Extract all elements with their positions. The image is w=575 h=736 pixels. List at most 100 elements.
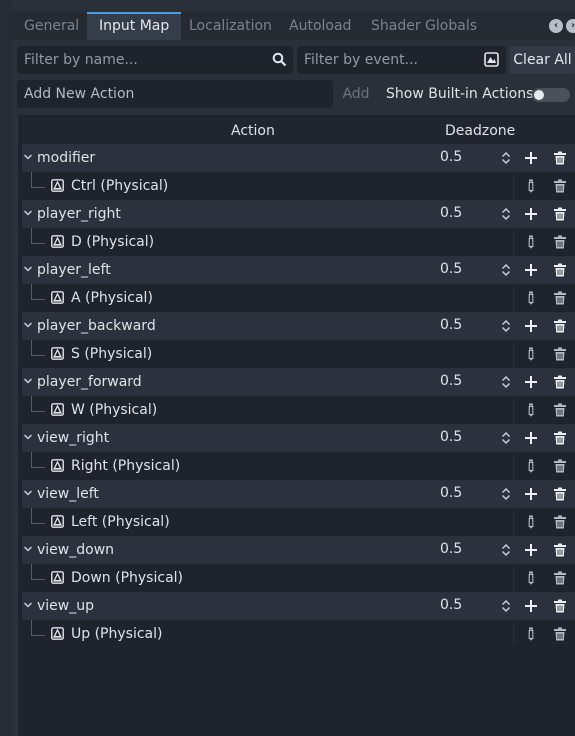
tab-localization[interactable]: Localization: [177, 12, 284, 40]
action-row[interactable]: view_right 0.5: [22, 424, 575, 452]
deadzone-value[interactable]: 0.5: [440, 536, 462, 562]
remove-event-icon[interactable]: [553, 235, 567, 249]
tree-connector: [31, 564, 45, 580]
chevron-down-icon[interactable]: [22, 207, 34, 219]
deadzone-spinner-icon[interactable]: [501, 375, 511, 389]
deadzone-value[interactable]: 0.5: [440, 144, 462, 170]
action-row[interactable]: player_forward 0.5: [22, 368, 575, 396]
deadzone-spinner-icon[interactable]: [501, 487, 511, 501]
remove-action-icon[interactable]: [553, 487, 567, 501]
tab-scroll-right-icon[interactable]: ›: [566, 19, 575, 33]
clear-all-button[interactable]: Clear All: [510, 46, 575, 74]
edit-event-icon[interactable]: [527, 571, 535, 585]
deadzone-spinner-icon[interactable]: [501, 263, 511, 277]
action-row[interactable]: player_backward 0.5: [22, 312, 575, 340]
add-event-icon[interactable]: [524, 543, 538, 557]
add-event-icon[interactable]: [524, 151, 538, 165]
add-event-icon[interactable]: [524, 599, 538, 613]
event-row[interactable]: Left (Physical): [22, 508, 575, 536]
remove-event-icon[interactable]: [553, 179, 567, 193]
keyboard-event-icon: [51, 515, 64, 528]
filter-by-event-input[interactable]: Filter by event...: [297, 46, 506, 74]
chevron-down-icon[interactable]: [22, 319, 34, 331]
event-row[interactable]: D (Physical): [22, 228, 575, 256]
event-row[interactable]: W (Physical): [22, 396, 575, 424]
tab-shader-globals[interactable]: Shader Globals: [359, 12, 489, 40]
edit-event-icon[interactable]: [527, 459, 535, 473]
chevron-down-icon[interactable]: [22, 487, 34, 499]
action-row[interactable]: player_left 0.5: [22, 256, 575, 284]
deadzone-spinner-icon[interactable]: [501, 319, 511, 333]
add-event-icon[interactable]: [524, 375, 538, 389]
remove-action-icon[interactable]: [553, 263, 567, 277]
tab-input-map[interactable]: Input Map: [87, 12, 182, 40]
action-row[interactable]: view_left 0.5: [22, 480, 575, 508]
add-event-icon[interactable]: [524, 487, 538, 501]
remove-action-icon[interactable]: [553, 543, 567, 557]
deadzone-value[interactable]: 0.5: [440, 480, 462, 506]
tree-header: Action Deadzone: [22, 118, 575, 144]
action-row[interactable]: player_right 0.5: [22, 200, 575, 228]
remove-event-icon[interactable]: [553, 403, 567, 417]
deadzone-value[interactable]: 0.5: [440, 256, 462, 282]
remove-event-icon[interactable]: [553, 459, 567, 473]
filter-by-name-input[interactable]: Filter by name...: [17, 46, 293, 74]
deadzone-spinner-icon[interactable]: [501, 151, 511, 165]
tree-connector: [31, 172, 45, 188]
remove-event-icon[interactable]: [553, 347, 567, 361]
edit-event-icon[interactable]: [527, 515, 535, 529]
remove-action-icon[interactable]: [553, 375, 567, 389]
event-row[interactable]: A (Physical): [22, 284, 575, 312]
tab-general[interactable]: General: [12, 12, 91, 40]
tree-connector: [31, 508, 45, 524]
action-row[interactable]: modifier 0.5: [22, 144, 575, 172]
event-row[interactable]: Up (Physical): [22, 620, 575, 648]
deadzone-spinner-icon[interactable]: [501, 543, 511, 557]
add-event-icon[interactable]: [524, 431, 538, 445]
remove-event-icon[interactable]: [553, 291, 567, 305]
deadzone-spinner-icon[interactable]: [501, 431, 511, 445]
edit-event-icon[interactable]: [527, 403, 535, 417]
add-event-icon[interactable]: [524, 263, 538, 277]
add-new-action-input[interactable]: Add New Action: [17, 80, 333, 108]
remove-action-icon[interactable]: [553, 151, 567, 165]
deadzone-value[interactable]: 0.5: [440, 200, 462, 226]
event-row[interactable]: Down (Physical): [22, 564, 575, 592]
event-row[interactable]: S (Physical): [22, 340, 575, 368]
event-listen-icon[interactable]: [484, 52, 499, 67]
remove-action-icon[interactable]: [553, 599, 567, 613]
chevron-down-icon[interactable]: [22, 263, 34, 275]
event-row[interactable]: Right (Physical): [22, 452, 575, 480]
remove-event-icon[interactable]: [553, 571, 567, 585]
deadzone-value[interactable]: 0.5: [440, 592, 462, 618]
deadzone-value[interactable]: 0.5: [440, 312, 462, 338]
remove-action-icon[interactable]: [553, 319, 567, 333]
remove-action-icon[interactable]: [553, 431, 567, 445]
deadzone-value[interactable]: 0.5: [440, 368, 462, 394]
edit-event-icon[interactable]: [527, 291, 535, 305]
action-row[interactable]: view_down 0.5: [22, 536, 575, 564]
add-event-icon[interactable]: [524, 319, 538, 333]
deadzone-value[interactable]: 0.5: [440, 424, 462, 450]
tab-autoload[interactable]: Autoload: [277, 12, 363, 40]
chevron-down-icon[interactable]: [22, 151, 34, 163]
add-action-button[interactable]: Add: [338, 80, 374, 108]
remove-event-icon[interactable]: [553, 627, 567, 641]
event-row[interactable]: Ctrl (Physical): [22, 172, 575, 200]
remove-event-icon[interactable]: [553, 515, 567, 529]
edit-event-icon[interactable]: [527, 627, 535, 641]
chevron-down-icon[interactable]: [22, 543, 34, 555]
chevron-down-icon[interactable]: [22, 599, 34, 611]
deadzone-spinner-icon[interactable]: [501, 599, 511, 613]
chevron-down-icon[interactable]: [22, 375, 34, 387]
chevron-down-icon[interactable]: [22, 431, 34, 443]
edit-event-icon[interactable]: [527, 179, 535, 193]
add-event-icon[interactable]: [524, 207, 538, 221]
action-row[interactable]: view_up 0.5: [22, 592, 575, 620]
edit-event-icon[interactable]: [527, 347, 535, 361]
edit-event-icon[interactable]: [527, 235, 535, 249]
tab-scroll-left-icon[interactable]: ‹: [549, 19, 563, 33]
deadzone-spinner-icon[interactable]: [501, 207, 511, 221]
show-builtin-actions-toggle[interactable]: [532, 88, 570, 102]
remove-action-icon[interactable]: [553, 207, 567, 221]
